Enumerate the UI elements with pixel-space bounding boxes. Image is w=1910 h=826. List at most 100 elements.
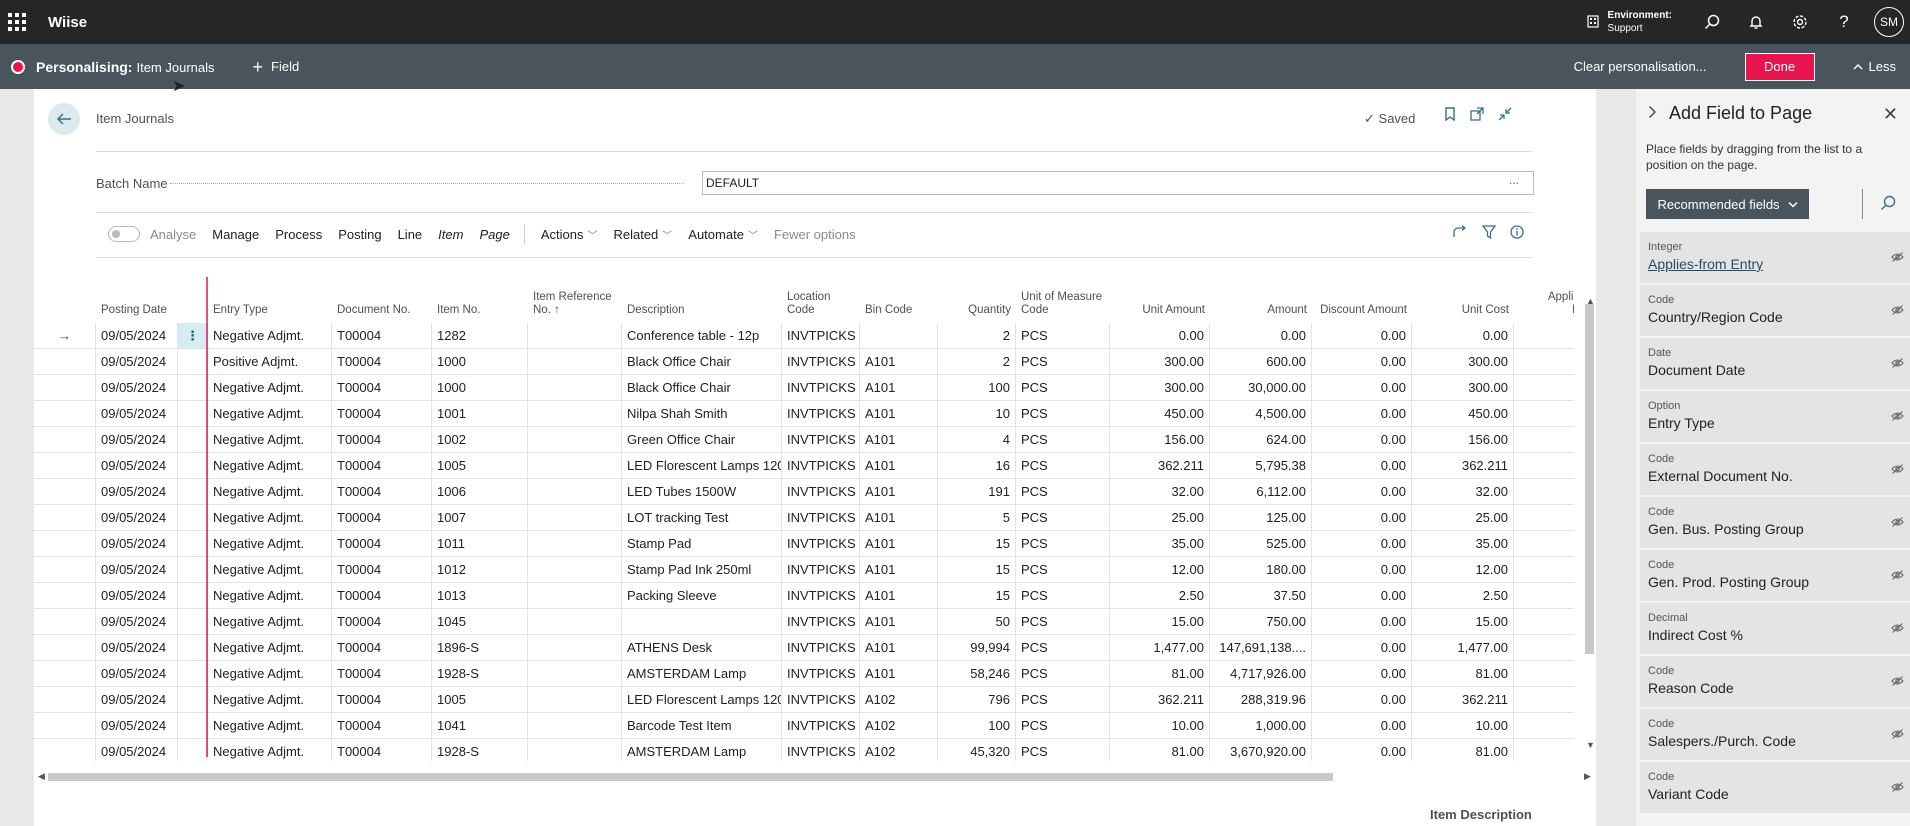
table-cell[interactable]: 0	[1514, 687, 1574, 713]
table-cell[interactable]: INVTPICKS	[782, 323, 860, 349]
table-cell[interactable]: 0.00	[1312, 557, 1412, 583]
row-selector[interactable]	[34, 713, 96, 739]
eye-off-icon[interactable]	[1891, 463, 1904, 477]
table-cell[interactable]: Negative Adjmt.	[208, 557, 332, 583]
table-cell[interactable]: 2	[938, 323, 1016, 349]
table-cell[interactable]: 362.211	[1110, 453, 1210, 479]
table-cell[interactable]: 450.00	[1412, 401, 1514, 427]
eye-off-icon[interactable]	[1891, 569, 1904, 583]
table-cell[interactable]	[528, 401, 622, 427]
table-cell[interactable]: AMSTERDAM Lamp	[622, 739, 782, 761]
row-menu-icon[interactable]	[178, 453, 208, 479]
table-cell[interactable]: 1013	[432, 583, 528, 609]
table-cell[interactable]: 796	[938, 687, 1016, 713]
help-icon[interactable]: ?	[1822, 0, 1866, 44]
table-cell[interactable]: 0.00	[1312, 479, 1412, 505]
table-cell[interactable]: 09/05/2024	[96, 427, 178, 453]
field-list-item[interactable]: Code External Document No.	[1640, 444, 1910, 495]
table-cell[interactable]	[528, 531, 622, 557]
table-cell[interactable]: PCS	[1016, 557, 1110, 583]
row-selector[interactable]	[34, 661, 96, 687]
table-cell[interactable]: 15.00	[1110, 609, 1210, 635]
table-cell[interactable]: A101	[860, 557, 938, 583]
menu-automate[interactable]: Automate ﹀	[688, 227, 758, 242]
environment-info[interactable]: Environment: Support	[1586, 9, 1672, 35]
field-name[interactable]: Salespers./Purch. Code	[1648, 733, 1902, 749]
table-cell[interactable]: 1,477.00	[1110, 635, 1210, 661]
column-header[interactable]: Posting Date	[96, 281, 178, 323]
table-cell[interactable]: 09/05/2024	[96, 375, 178, 401]
table-row[interactable]: 09/05/2024 Negative Adjmt. T00004 1896-S ATH…	[34, 635, 1574, 661]
eye-off-icon[interactable]	[1891, 357, 1904, 371]
table-cell[interactable]: T00004	[332, 687, 432, 713]
table-cell[interactable]: T00004	[332, 479, 432, 505]
field-list-item[interactable]: Code Gen. Bus. Posting Group	[1640, 497, 1910, 548]
table-cell[interactable]: INVTPICKS	[782, 635, 860, 661]
table-cell[interactable]: 4,717,926.00	[1210, 661, 1312, 687]
table-cell[interactable]: INVTPICKS	[782, 531, 860, 557]
table-cell[interactable]: PCS	[1016, 531, 1110, 557]
table-cell[interactable]: 1,477.00	[1412, 635, 1514, 661]
table-cell[interactable]: 450.00	[1110, 401, 1210, 427]
eye-off-icon[interactable]	[1891, 410, 1904, 424]
table-row[interactable]: 09/05/2024 Negative Adjmt. T00004 1002 Green…	[34, 427, 1574, 453]
column-header[interactable]: Unit of Measure Code	[1016, 281, 1110, 323]
table-cell[interactable]: 0	[1514, 427, 1574, 453]
table-cell[interactable]: 1928-S	[432, 661, 528, 687]
table-cell[interactable]: LOT tracking Test	[622, 505, 782, 531]
row-selector[interactable]	[34, 349, 96, 375]
row-selector[interactable]	[34, 609, 96, 635]
table-cell[interactable]: A101	[860, 349, 938, 375]
table-cell[interactable]: A101	[860, 635, 938, 661]
row-menu-icon[interactable]	[178, 427, 208, 453]
field-list-item[interactable]: Integer Applies-from Entry	[1640, 232, 1910, 283]
table-cell[interactable]	[528, 375, 622, 401]
table-row[interactable]: 09/05/2024 Negative Adjmt. T00004 1041 Barco…	[34, 713, 1574, 739]
row-selector[interactable]	[34, 479, 96, 505]
analyse-label[interactable]: Analyse	[150, 227, 196, 242]
field-list-item[interactable]: Decimal Indirect Cost %	[1640, 603, 1910, 654]
table-row[interactable]: 09/05/2024 Negative Adjmt. T00004 1000 Black…	[34, 375, 1574, 401]
table-cell[interactable]: 09/05/2024	[96, 661, 178, 687]
table-cell[interactable]: A101	[860, 427, 938, 453]
add-field-button[interactable]: + Field	[253, 58, 300, 76]
table-cell[interactable]: A101	[860, 531, 938, 557]
table-cell[interactable]: T00004	[332, 349, 432, 375]
table-row[interactable]: 09/05/2024 Negative Adjmt. T00004 1013 Packi…	[34, 583, 1574, 609]
table-cell[interactable]: Negative Adjmt.	[208, 427, 332, 453]
row-selector[interactable]	[34, 687, 96, 713]
table-cell[interactable]	[622, 609, 782, 635]
clear-personalisation-button[interactable]: Clear personalisation...	[1574, 59, 1707, 74]
eye-off-icon[interactable]	[1891, 728, 1904, 742]
field-list-item[interactable]: Code Country/Region Code	[1640, 285, 1910, 336]
table-cell[interactable]: Barcode Test Item	[622, 713, 782, 739]
table-cell[interactable]: 1045	[432, 609, 528, 635]
table-cell[interactable]: 09/05/2024	[96, 531, 178, 557]
table-cell[interactable]: ATHENS Desk	[622, 635, 782, 661]
table-cell[interactable]: Black Office Chair	[622, 349, 782, 375]
table-cell[interactable]: Stamp Pad	[622, 531, 782, 557]
table-cell[interactable]: 0	[1514, 583, 1574, 609]
waffle-icon[interactable]	[0, 0, 34, 44]
search-icon[interactable]	[1880, 195, 1896, 215]
table-cell[interactable]: Negative Adjmt.	[208, 323, 332, 349]
table-cell[interactable]: 09/05/2024	[96, 635, 178, 661]
table-cell[interactable]: A101	[860, 479, 938, 505]
table-cell[interactable]	[528, 479, 622, 505]
table-cell[interactable]: 0.00	[1312, 687, 1412, 713]
field-name[interactable]: Gen. Bus. Posting Group	[1648, 521, 1902, 537]
table-cell[interactable]: 362.211	[1412, 687, 1514, 713]
table-cell[interactable]: T00004	[332, 375, 432, 401]
table-row[interactable]: 09/05/2024 Negative Adjmt. T00004 1007 LOT t…	[34, 505, 1574, 531]
avatar[interactable]: SM	[1874, 7, 1904, 37]
table-row[interactable]: 09/05/2024 Negative Adjmt. T00004 1012 Stamp…	[34, 557, 1574, 583]
table-cell[interactable]: PCS	[1016, 687, 1110, 713]
table-cell[interactable]: 10.00	[1110, 713, 1210, 739]
table-cell[interactable]: INVTPICKS	[782, 453, 860, 479]
table-cell[interactable]: 750.00	[1210, 609, 1312, 635]
analyse-toggle[interactable]	[108, 226, 140, 242]
table-cell[interactable]: T00004	[332, 713, 432, 739]
table-cell[interactable]: 2	[938, 349, 1016, 375]
recommended-fields-dropdown[interactable]: Recommended fields	[1646, 189, 1809, 219]
table-cell[interactable]: 1012	[432, 557, 528, 583]
